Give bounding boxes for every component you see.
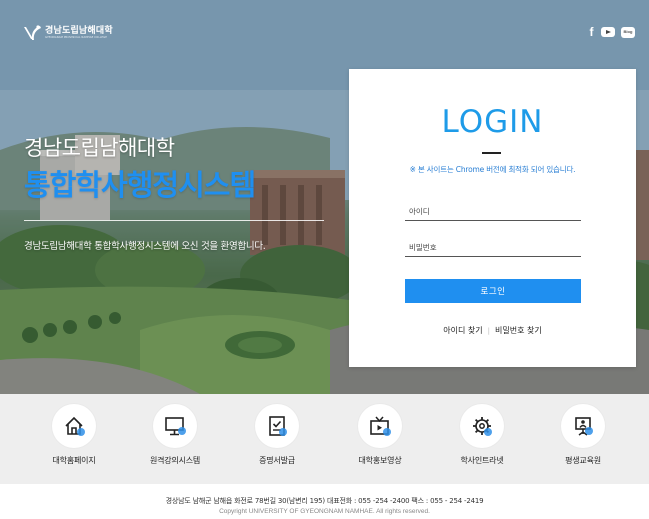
- find-id-link[interactable]: 아이디 찾기: [443, 326, 482, 335]
- brand-subtitle: GYEONGNAM PROVINCIAL NAMHAE COLLEGE: [45, 35, 108, 39]
- hero-section: 경남도립남해대학 GYEONGNAM PROVINCIAL NAMHAE COL…: [0, 0, 649, 394]
- certificate-icon: [269, 416, 287, 436]
- quick-links-bar: 대학홈페이지 원격강의시스템 증명서발급 대학홍보영상 학사인트라넷 평생교육원: [0, 394, 649, 484]
- brand-logo[interactable]: 경남도립남해대학 GYEONGNAM PROVINCIAL NAMHAE COL…: [22, 24, 113, 42]
- login-heading-dash: [482, 152, 501, 154]
- quick-link-promo-video[interactable]: 대학홍보영상: [335, 404, 425, 466]
- quick-link-label: 증명서발급: [259, 456, 295, 465]
- blog-icon[interactable]: Blog: [621, 26, 635, 38]
- home-icon: [65, 416, 85, 436]
- hero-title: 경남도립남해대학: [24, 136, 175, 160]
- login-panel: LOGIN ※ 본 사이트는 Chrome 버전에 최적화 되어 있습니다. 로…: [349, 69, 636, 367]
- quick-link-label: 원격강의시스템: [149, 456, 201, 465]
- quick-link-circle: [52, 404, 96, 448]
- hero-system-name: 통합학사행정시스템: [24, 168, 256, 202]
- quick-link-certificate[interactable]: 증명서발급: [232, 404, 322, 466]
- account-find-links: 아이디 찾기 | 비밀번호 찾기: [349, 325, 636, 336]
- login-button[interactable]: 로그인: [405, 279, 581, 303]
- quick-link-university-homepage[interactable]: 대학홈페이지: [29, 404, 119, 466]
- password-input[interactable]: [405, 239, 581, 257]
- hero-welcome-text: 경남도립남해대학 통합학사행정시스템에 오신 것을 환영합니다.: [24, 241, 266, 252]
- quick-link-label: 평생교육원: [565, 456, 601, 465]
- gear-icon: [473, 417, 492, 436]
- user-id-input[interactable]: [405, 203, 581, 221]
- page: 경남도립남해대학 GYEONGNAM PROVINCIAL NAMHAE COL…: [0, 0, 649, 519]
- footer-address: 경상남도 남해군 남해읍 화전로 78번길 30(남변리 195) 대표전화 :…: [165, 497, 484, 505]
- login-heading: LOGIN: [441, 104, 544, 140]
- quick-link-remote-lecture[interactable]: 원격강의시스템: [130, 404, 220, 466]
- lecture-icon: [575, 417, 593, 436]
- find-password-link[interactable]: 비밀번호 찾기: [495, 326, 542, 335]
- logo-mark-icon: [24, 25, 41, 40]
- footer: 경상남도 남해군 남해읍 화전로 78번길 30(남변리 195) 대표전화 :…: [0, 484, 649, 519]
- social-links: f Blog: [588, 25, 635, 39]
- facebook-icon[interactable]: f: [588, 25, 595, 39]
- brand-name: 경남도립남해대학: [45, 25, 113, 36]
- footer-copyright: Copyright UNIVERSITY OF GYEONGNAM NAMHAE…: [219, 508, 430, 515]
- quick-link-label: 대학홈페이지: [52, 456, 96, 465]
- quick-link-circle: [153, 404, 197, 448]
- quick-link-circle: [358, 404, 402, 448]
- quick-link-circle: [460, 404, 504, 448]
- tv-icon: [370, 416, 391, 436]
- youtube-icon[interactable]: [601, 27, 615, 37]
- quick-link-circle: [561, 404, 605, 448]
- monitor-icon: [165, 417, 186, 436]
- quick-link-label: 학사인트라넷: [460, 456, 504, 465]
- link-separator: |: [487, 327, 490, 335]
- quick-link-label: 대학홍보영상: [358, 456, 402, 465]
- quick-link-circle: [255, 404, 299, 448]
- blog-icon-label: Blog: [623, 28, 633, 34]
- quick-link-intranet[interactable]: 학사인트라넷: [437, 404, 527, 466]
- quick-link-lifelong-education[interactable]: 평생교육원: [538, 404, 628, 466]
- hero-divider: [24, 220, 324, 221]
- browser-notice: ※ 본 사이트는 Chrome 버전에 최적화 되어 있습니다.: [409, 165, 576, 174]
